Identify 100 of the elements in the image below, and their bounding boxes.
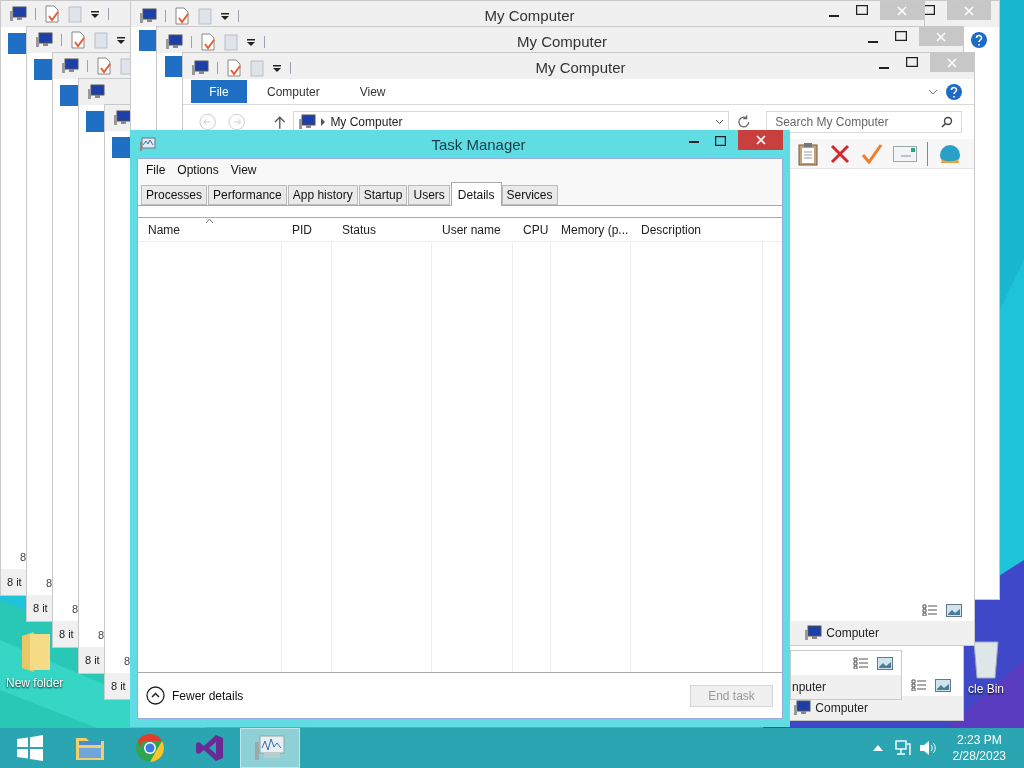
monitor-chart-icon (254, 733, 286, 763)
envelope-icon[interactable] (893, 145, 917, 162)
globe-icon[interactable] (938, 142, 962, 165)
computer-icon (793, 700, 812, 716)
delete-icon[interactable] (829, 142, 851, 165)
status-text: 8 it (33, 600, 48, 616)
computer-icon (804, 625, 823, 641)
address-text: My Computer (330, 114, 404, 131)
close-icon (897, 5, 907, 16)
tab[interactable]: Details (450, 182, 502, 206)
refresh-icon[interactable] (736, 115, 751, 129)
column-header[interactable]: Status (332, 218, 432, 241)
tab[interactable]: Users (408, 185, 450, 205)
details-view-icon[interactable] (911, 679, 927, 691)
speaker-icon[interactable] (918, 740, 937, 756)
dropdown-icon[interactable] (116, 35, 126, 45)
ribbon-tab[interactable]: Computer (247, 82, 340, 101)
icon-label[interactable]: cle Bin (968, 680, 1005, 698)
maximize-icon[interactable] (856, 5, 868, 15)
computer-icon (113, 110, 131, 126)
computer-icon (9, 6, 27, 22)
file-tab[interactable]: File (191, 80, 247, 103)
dropdown-icon[interactable] (246, 37, 256, 47)
window-title: My Computer (483, 6, 576, 26)
item-count: 8 (98, 630, 105, 641)
file-tab[interactable] (139, 29, 157, 51)
menu-item[interactable]: View (224, 160, 263, 179)
fewer-details-link[interactable]: Fewer details (172, 686, 244, 705)
task-manager-icon (140, 136, 156, 152)
close-icon (936, 31, 946, 42)
status-text: Computer (826, 625, 879, 642)
column-header[interactable]: Name (138, 218, 282, 241)
computer-icon (87, 84, 105, 100)
ribbon-tab[interactable]: View (339, 82, 406, 101)
document-check-icon[interactable] (96, 57, 112, 75)
document-check-icon[interactable] (44, 5, 60, 23)
tab[interactable]: Processes (141, 185, 208, 205)
window-title: Task Manager (430, 135, 527, 155)
search-icon (941, 116, 953, 128)
column-header[interactable]: Memory (p... (551, 218, 631, 241)
computer-icon (165, 34, 183, 50)
chevron-icon[interactable] (928, 87, 938, 96)
minimize-icon[interactable] (689, 141, 699, 145)
image-view-icon[interactable] (946, 603, 962, 617)
infinity-logo-icon (195, 733, 225, 763)
close-icon (964, 5, 974, 16)
computer-icon (35, 32, 53, 48)
checkmark-icon[interactable] (861, 142, 883, 165)
document-check-icon[interactable] (70, 31, 86, 49)
status-text: 8 it (111, 678, 126, 694)
collapse-icon[interactable] (146, 686, 165, 705)
menu-item[interactable]: File (140, 160, 172, 179)
column-header[interactable]: CPU (513, 218, 551, 241)
document-check-icon[interactable] (200, 33, 216, 51)
maximize-icon[interactable] (906, 57, 918, 67)
clipboard-icon[interactable] (797, 141, 819, 166)
clock-time: 2:23 PM (956, 732, 1002, 748)
image-view-icon[interactable] (935, 678, 951, 692)
sort-icon (206, 219, 213, 223)
dropdown-icon[interactable] (272, 63, 282, 73)
up-arrow-icon[interactable] (273, 115, 286, 129)
column-header[interactable]: PID (282, 218, 332, 241)
status-text: 8 it (85, 652, 100, 668)
file-tab[interactable] (165, 55, 183, 77)
document-check-icon[interactable] (174, 7, 190, 25)
close-button[interactable] (738, 130, 783, 150)
computer-icon (298, 114, 317, 130)
column-header[interactable]: Description (631, 218, 763, 241)
maximize-icon[interactable] (715, 136, 726, 146)
show-hidden-icons-icon[interactable] (872, 745, 883, 751)
windows-logo-icon (17, 735, 43, 761)
maximize-icon[interactable] (895, 31, 907, 41)
image-view-icon[interactable] (877, 656, 893, 670)
document-check-icon[interactable] (226, 59, 242, 77)
column-header[interactable]: User name (432, 218, 513, 241)
help-icon[interactable] (971, 32, 987, 48)
menu-item[interactable]: Options (171, 160, 225, 179)
computer-icon (191, 60, 209, 76)
computer-icon (139, 8, 157, 24)
dropdown-icon[interactable] (90, 9, 100, 19)
tab[interactable]: App history (287, 185, 358, 205)
details-view-icon[interactable] (922, 604, 938, 616)
taskbar-button[interactable] (240, 728, 300, 768)
details-view-icon[interactable] (853, 657, 869, 669)
dropdown-icon[interactable] (220, 11, 230, 21)
tab[interactable]: Startup (358, 185, 408, 205)
network-icon[interactable] (894, 740, 911, 756)
tab[interactable]: Services (501, 185, 558, 205)
close-icon (947, 57, 957, 68)
status-text: nputer (792, 679, 827, 696)
item-count: 8 (124, 656, 131, 667)
tab[interactable]: Performance (208, 185, 287, 205)
chrome-icon (135, 733, 165, 763)
help-icon[interactable] (946, 83, 962, 100)
window-title: My Computer (516, 32, 608, 52)
chevron-down-icon[interactable] (714, 119, 724, 125)
status-text: 8 it (7, 574, 22, 590)
search-field[interactable]: Search My Computer (766, 111, 962, 133)
chevron-right-icon (320, 118, 327, 126)
clock-date: 2/28/2023 (952, 748, 1006, 764)
